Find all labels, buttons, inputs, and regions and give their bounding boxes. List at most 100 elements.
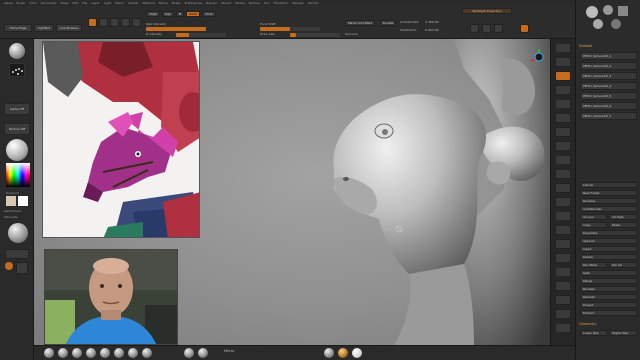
stroke-dots-icon[interactable] [9, 63, 25, 77]
rotate-button[interactable] [132, 18, 141, 27]
color-picker-icon[interactable] [6, 163, 30, 187]
transp-button[interactable] [555, 253, 571, 263]
home-page-button[interactable]: Home Page [4, 24, 32, 32]
floor-button[interactable] [470, 24, 479, 33]
tool-thumbnails-icon[interactable] [584, 2, 632, 32]
spix-button[interactable] [555, 57, 571, 67]
brush-damstandard-thumb[interactable] [86, 348, 96, 358]
new-folder-button[interactable]: New Folder [580, 190, 637, 196]
switch-icon[interactable] [16, 262, 28, 274]
menu-item-alpha[interactable]: Alpha [4, 1, 13, 5]
subtool-item-1[interactable]: PM3D_Sphere3D_1 [580, 52, 637, 60]
zsub-button[interactable]: Zsub [202, 11, 216, 17]
menu-item-movie[interactable]: Movie [159, 1, 168, 5]
mrgb-button[interactable]: Mrgb [146, 11, 160, 17]
menu-item-picker[interactable]: Picker [172, 1, 181, 5]
menu-item-brush[interactable]: Brush [17, 1, 26, 5]
solo-button[interactable] [555, 281, 571, 291]
xpose-button[interactable] [555, 295, 571, 305]
del-all-button[interactable]: Del All [609, 262, 637, 268]
focal-shift-slider[interactable] [260, 27, 320, 31]
menu-item-draw[interactable]: Draw [61, 1, 69, 5]
menu-item-transform[interactable]: Transform [274, 1, 289, 5]
append-button[interactable]: Append [580, 238, 637, 244]
menu-item-zscript[interactable]: Zscript [308, 1, 318, 5]
scroll-button[interactable] [555, 71, 571, 81]
copy-button[interactable]: Copy [580, 222, 607, 228]
menu-item-edit[interactable]: Edit [72, 1, 78, 5]
menu-item-preferences[interactable]: Preferences [185, 1, 203, 5]
menu-item-tool[interactable]: Tool [264, 1, 270, 5]
frame-button[interactable] [494, 24, 503, 33]
split-button[interactable]: Split [580, 270, 637, 276]
secondary-color-swatch[interactable] [18, 196, 28, 206]
rgb-intensity-slider[interactable] [146, 27, 206, 31]
brush-standard-thumb[interactable] [44, 348, 54, 358]
brush-standard-icon[interactable] [9, 43, 25, 59]
subtool-item-3[interactable]: PM3D_Sphere3D_3 [580, 72, 637, 80]
menu-item-material[interactable]: Material [143, 1, 155, 5]
rgb-button[interactable]: Rgb [162, 11, 174, 17]
material-thumb-3[interactable] [352, 348, 362, 358]
subtool-item-2[interactable]: PM3D_Sphere3D_2 [580, 62, 637, 70]
del-other-button[interactable]: Del Other [580, 262, 607, 268]
floor-grid-button[interactable] [555, 141, 571, 151]
live-boolean-button[interactable]: Live Boolean [56, 24, 82, 32]
alternate-label[interactable]: Alternate [4, 215, 18, 219]
menu-item-stencil[interactable]: Stencil [221, 1, 231, 5]
persp-button[interactable] [555, 127, 571, 137]
mirror-weld-button[interactable]: Mirror And Weld [345, 20, 375, 26]
texture-off-button[interactable]: Texture Off [4, 123, 30, 135]
bpr-button[interactable] [555, 43, 571, 53]
local-sym-button[interactable] [555, 155, 571, 165]
delete-button[interactable]: Delete [580, 254, 637, 260]
menu-item-color[interactable]: Color [29, 1, 37, 5]
move-view-button[interactable] [555, 197, 571, 207]
ghost-button[interactable] [555, 267, 571, 277]
duplicate-button[interactable]: Duplicate [580, 230, 637, 236]
brush-move-thumb[interactable] [58, 348, 68, 358]
double-button[interactable]: Double [380, 20, 396, 26]
polyf-button[interactable] [555, 239, 571, 249]
all-low-button[interactable]: All Low [580, 214, 607, 220]
brush-pinch-thumb[interactable] [142, 348, 152, 358]
paste-button[interactable]: Paste [609, 222, 637, 228]
document-canvas[interactable] [34, 39, 550, 345]
rotate-view-button[interactable] [555, 225, 571, 235]
menu-item-render[interactable]: Render [206, 1, 217, 5]
menu-item-file[interactable]: File [82, 1, 87, 5]
brush-trimdynamic-thumb[interactable] [114, 348, 124, 358]
material-matcap-icon[interactable] [6, 139, 28, 161]
spotlight-projection-button[interactable]: Spotlight Projection [462, 8, 512, 14]
dynamesh-button[interactable] [5, 249, 29, 259]
menu-item-zplugin[interactable]: Zplugin [292, 1, 303, 5]
draw-tool-icon[interactable] [5, 262, 13, 270]
material-basic-icon[interactable] [8, 223, 28, 243]
dynamic-view-button[interactable] [555, 309, 571, 319]
all-high-button[interactable]: All High [609, 214, 637, 220]
higher-res-button[interactable]: Higher Res [609, 330, 637, 336]
menu-item-marker[interactable]: Marker [128, 1, 138, 5]
menu-item-macro[interactable]: Macro [115, 1, 124, 5]
draw-button[interactable] [99, 18, 108, 27]
lsym-button[interactable] [555, 323, 571, 333]
geometry-header[interactable]: Geometry [579, 322, 596, 326]
frame-tool-button[interactable] [555, 183, 571, 193]
list-all-button[interactable]: List All [580, 182, 637, 188]
zoom-tool-button[interactable] [555, 85, 571, 95]
remesh-button[interactable]: Remesh [580, 294, 637, 300]
lower-res-button[interactable]: Lower Res [580, 330, 607, 336]
auto-reorder-button[interactable]: AutoReorder [580, 206, 637, 212]
xyz-button[interactable] [555, 169, 571, 179]
project-button[interactable]: Project [580, 302, 637, 308]
insert-button[interactable]: Insert [580, 246, 637, 252]
brush-claybuildup-thumb[interactable] [72, 348, 82, 358]
stroke-thumb[interactable] [184, 348, 194, 358]
menu-item-stroke[interactable]: Stroke [235, 1, 245, 5]
zoom-button[interactable] [520, 24, 529, 33]
brush-inflat-thumb[interactable] [128, 348, 138, 358]
material-thumb-1[interactable] [324, 348, 334, 358]
aahalf-button[interactable] [555, 113, 571, 123]
subtool-item-4[interactable]: PM3D_Sphere3D_4 [580, 82, 637, 90]
scale-view-button[interactable] [555, 211, 571, 221]
